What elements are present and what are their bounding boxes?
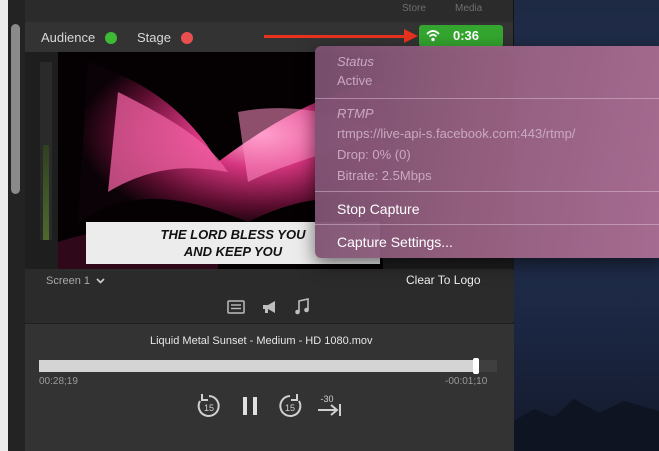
remaining-time: -00:01;10	[445, 376, 488, 387]
preview-footer: Screen 1 Clear To Logo	[25, 270, 514, 292]
mountain-silhouette	[514, 399, 659, 451]
capture-settings-menu-item[interactable]: Capture Settings...	[337, 234, 453, 250]
media-progress-bar[interactable]	[39, 358, 497, 374]
media-title: Liquid Metal Sunset - Medium - HD 1080.m…	[150, 335, 373, 347]
media-progress-fill	[39, 360, 477, 372]
annotation-arrow	[264, 35, 406, 38]
megaphone-icon[interactable]	[261, 298, 279, 316]
jump-label: -30	[320, 394, 333, 404]
stage-status-dot	[181, 32, 193, 44]
menu-separator	[315, 98, 659, 99]
live-stream-button[interactable]: 0:36	[419, 25, 503, 47]
top-tab-strip: Store Media	[25, 0, 513, 18]
skip-back-icon[interactable]: 15	[195, 392, 223, 420]
audio-level-meter	[40, 62, 52, 240]
skip-forward-seconds: 15	[285, 403, 295, 413]
wifi-icon	[426, 30, 440, 42]
screen-selector[interactable]: Screen 1	[46, 275, 105, 287]
vertical-scrollbar[interactable]	[8, 0, 25, 451]
menu-separator	[315, 224, 659, 225]
skip-forward-icon[interactable]: 15	[276, 392, 304, 420]
skip-back-seconds: 15	[204, 403, 214, 413]
chevron-down-icon	[96, 278, 105, 284]
stop-capture-menu-item[interactable]: Stop Capture	[337, 201, 420, 217]
drop-stat: Drop: 0% (0)	[337, 147, 411, 162]
status-heading: Status	[337, 54, 374, 69]
pause-icon[interactable]	[236, 392, 264, 420]
live-timer: 0:36	[453, 28, 480, 43]
audience-label[interactable]: Audience	[41, 30, 95, 45]
list-icon[interactable]	[227, 298, 245, 316]
rtmp-heading: RTMP	[337, 106, 374, 121]
clear-to-logo-button[interactable]: Clear To Logo	[406, 273, 481, 287]
audience-status-dot	[105, 32, 117, 44]
menu-separator	[315, 191, 659, 192]
layer-toggle-row	[25, 292, 514, 322]
elapsed-time: 00:28;19	[39, 376, 78, 387]
status-value: Active	[337, 73, 373, 88]
media-player-panel: Liquid Metal Sunset - Medium - HD 1080.m…	[25, 323, 514, 451]
tab-store[interactable]: Store	[402, 3, 426, 14]
annotation-arrow-head	[404, 29, 418, 43]
music-note-icon[interactable]	[293, 298, 311, 316]
rtmp-url: rtmps://live-api-s.facebook.com:443/rtmp…	[337, 126, 576, 141]
tab-media[interactable]: Media	[455, 3, 482, 14]
window-edge	[0, 0, 8, 451]
stage-label[interactable]: Stage	[137, 30, 171, 45]
bitrate-stat: Bitrate: 2.5Mbps	[337, 168, 432, 183]
scrollbar-thumb[interactable]	[11, 24, 20, 194]
live-status-menu: Status Active RTMP rtmps://live-api-s.fa…	[315, 46, 659, 258]
jump-to-end-icon[interactable]: -30	[316, 392, 344, 420]
media-progress-knob[interactable]	[473, 358, 480, 374]
screen-selector-label: Screen 1	[46, 275, 91, 287]
